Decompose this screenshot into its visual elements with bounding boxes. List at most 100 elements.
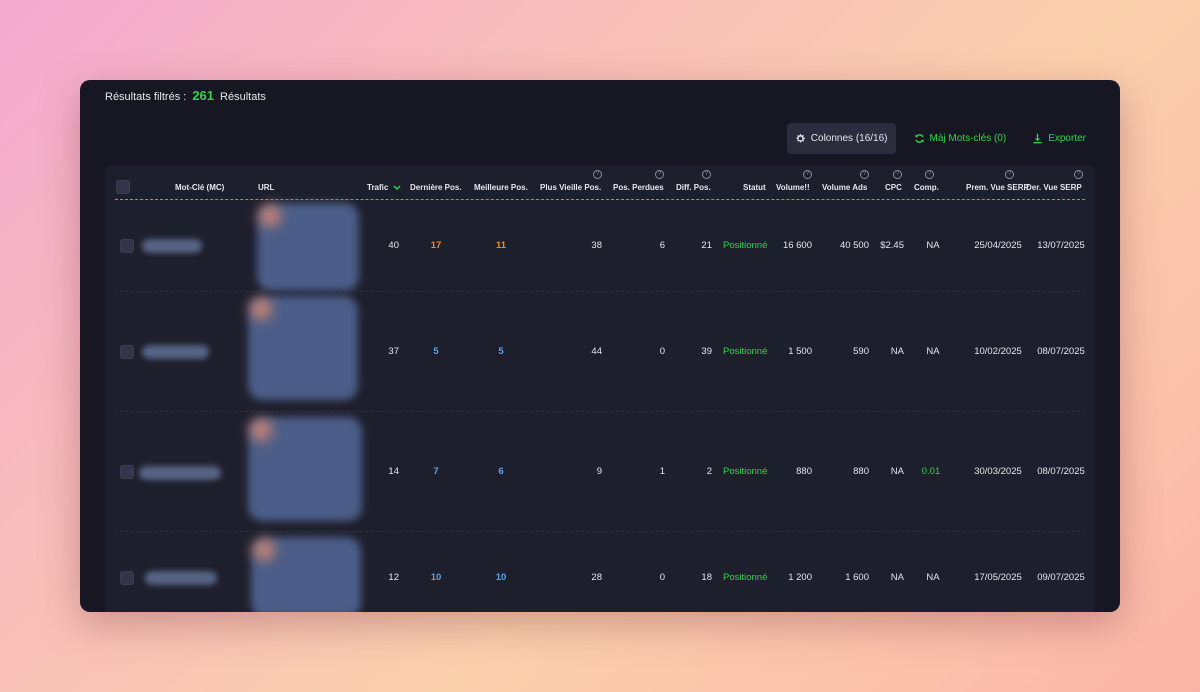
lost-pos-value: 1: [659, 466, 665, 477]
oldest-pos-value: 44: [591, 346, 602, 357]
cpc-value: $2.45: [880, 240, 904, 251]
results-summary: Résultats filtrés : 261 Résultats: [105, 88, 266, 103]
status-badge: Positionné: [723, 466, 768, 477]
last-serp-value: 13/07/2025: [1037, 240, 1085, 251]
row-checkbox[interactable]: [120, 465, 134, 479]
header-comp[interactable]: Comp.: [914, 183, 939, 192]
cpc-value: NA: [890, 346, 904, 357]
question-circle-icon[interactable]: ?: [860, 170, 869, 179]
status-badge: Positionné: [723, 240, 768, 251]
header-diff-pos[interactable]: Diff. Pos.: [676, 183, 711, 192]
update-keywords-label: Màj Mots-clés (0): [929, 133, 1007, 144]
comp-value: 0.01: [921, 466, 941, 477]
columns-button[interactable]: Colonnes (16/16): [786, 123, 896, 154]
table-row[interactable]: 14 7 6 9 1 2 Positionné 880 880 NA 0.01 …: [105, 412, 1095, 532]
cpc-value: NA: [890, 572, 904, 583]
trafic-value: 12: [388, 572, 399, 583]
last-pos-value: 17: [430, 240, 442, 251]
table-row[interactable]: 37 5 5 44 0 39 Positionné 1 500 590 NA N…: [105, 292, 1095, 412]
chevron-down-icon: [393, 185, 401, 190]
question-circle-icon[interactable]: ?: [803, 170, 812, 179]
select-all-checkbox[interactable]: [116, 180, 130, 194]
last-pos-value: 7: [433, 466, 439, 477]
header-divider: [115, 199, 1085, 200]
download-icon: [1033, 133, 1042, 144]
table-header: Mot-Clé (MC) URL Trafic Dernière Pos. Me…: [105, 165, 1095, 200]
best-pos-value: 6: [498, 466, 504, 477]
best-pos-value: 5: [498, 346, 504, 357]
header-url[interactable]: URL: [258, 183, 274, 192]
question-circle-icon[interactable]: ?: [925, 170, 934, 179]
comp-value: NA: [926, 346, 940, 357]
keywords-table: Mot-Clé (MC) URL Trafic Dernière Pos. Me…: [105, 165, 1095, 612]
question-circle-icon[interactable]: ?: [1074, 170, 1083, 179]
volume-value: 1 200: [788, 572, 812, 583]
first-serp-value: 17/05/2025: [974, 572, 1022, 583]
url-redacted[interactable]: [257, 203, 359, 291]
comp-value: NA: [926, 572, 940, 583]
oldest-pos-value: 28: [591, 572, 602, 583]
header-cpc[interactable]: CPC: [885, 183, 902, 192]
last-serp-value: 08/07/2025: [1037, 466, 1085, 477]
diff-pos-value: 18: [701, 572, 712, 583]
last-serp-value: 08/07/2025: [1037, 346, 1085, 357]
header-trafic-label: Trafic: [367, 183, 389, 192]
header-trafic[interactable]: Trafic: [367, 183, 401, 192]
question-circle-icon[interactable]: ?: [702, 170, 711, 179]
trafic-value: 37: [388, 346, 399, 357]
header-last-serp[interactable]: Der. Vue SERP: [1026, 183, 1082, 192]
row-checkbox[interactable]: [120, 239, 134, 253]
question-circle-icon[interactable]: ?: [655, 170, 664, 179]
lost-pos-value: 0: [659, 572, 665, 583]
url-redacted[interactable]: [251, 537, 361, 612]
lost-pos-value: 0: [659, 346, 665, 357]
status-badge: Positionné: [723, 572, 768, 583]
keyword-redacted[interactable]: [142, 239, 202, 253]
keyword-redacted[interactable]: [145, 571, 217, 585]
question-circle-icon[interactable]: ?: [893, 170, 902, 179]
volume-ads-value: 880: [853, 466, 869, 477]
refresh-icon: [914, 134, 924, 143]
volume-ads-value: 590: [853, 346, 869, 357]
results-count: 261: [192, 88, 215, 103]
row-checkbox[interactable]: [120, 571, 134, 585]
last-serp-value: 09/07/2025: [1037, 572, 1085, 583]
status-badge: Positionné: [723, 346, 768, 357]
lost-pos-value: 6: [659, 240, 665, 251]
diff-pos-value: 2: [706, 466, 712, 477]
question-circle-icon[interactable]: ?: [1005, 170, 1014, 179]
question-circle-icon[interactable]: ?: [593, 170, 602, 179]
url-redacted[interactable]: [248, 417, 362, 521]
header-status[interactable]: Statut: [743, 183, 766, 192]
header-keyword[interactable]: Mot-Clé (MC): [175, 183, 224, 192]
row-checkbox[interactable]: [120, 345, 134, 359]
oldest-pos-value: 38: [591, 240, 602, 251]
volume-value: 880: [796, 466, 812, 477]
url-redacted[interactable]: [248, 296, 358, 400]
export-button[interactable]: Exporter: [1024, 123, 1094, 154]
trafic-value: 40: [388, 240, 399, 251]
update-keywords-button[interactable]: Màj Mots-clés (0): [906, 123, 1015, 154]
keyword-redacted[interactable]: [142, 345, 209, 359]
diff-pos-value: 39: [701, 346, 712, 357]
table-row[interactable]: 40 17 11 38 6 21 Positionné 16 600 40 50…: [105, 201, 1095, 292]
export-label: Exporter: [1048, 133, 1086, 144]
comp-value: NA: [926, 240, 940, 251]
keyword-redacted[interactable]: [139, 466, 221, 480]
volume-value: 16 600: [782, 240, 812, 251]
header-lost-pos[interactable]: Pos. Perdues: [613, 183, 664, 192]
first-serp-value: 30/03/2025: [974, 466, 1022, 477]
header-volume[interactable]: Volume!!: [776, 183, 810, 192]
header-volume-ads[interactable]: Volume Ads: [822, 183, 867, 192]
header-last-pos[interactable]: Dernière Pos.: [410, 183, 462, 192]
oldest-pos-value: 9: [596, 466, 602, 477]
diff-pos-value: 21: [701, 240, 712, 251]
header-first-serp[interactable]: Prem. Vue SERP: [966, 183, 1029, 192]
best-pos-value: 11: [495, 240, 507, 251]
cpc-value: NA: [890, 466, 904, 477]
first-serp-value: 10/02/2025: [974, 346, 1022, 357]
last-pos-value: 5: [433, 346, 439, 357]
table-row[interactable]: 12 10 10 28 0 18 Positionné 1 200 1 600 …: [105, 532, 1095, 612]
header-oldest-pos[interactable]: Plus Vieille Pos.: [540, 183, 601, 192]
header-best-pos[interactable]: Meilleure Pos.: [474, 183, 528, 192]
